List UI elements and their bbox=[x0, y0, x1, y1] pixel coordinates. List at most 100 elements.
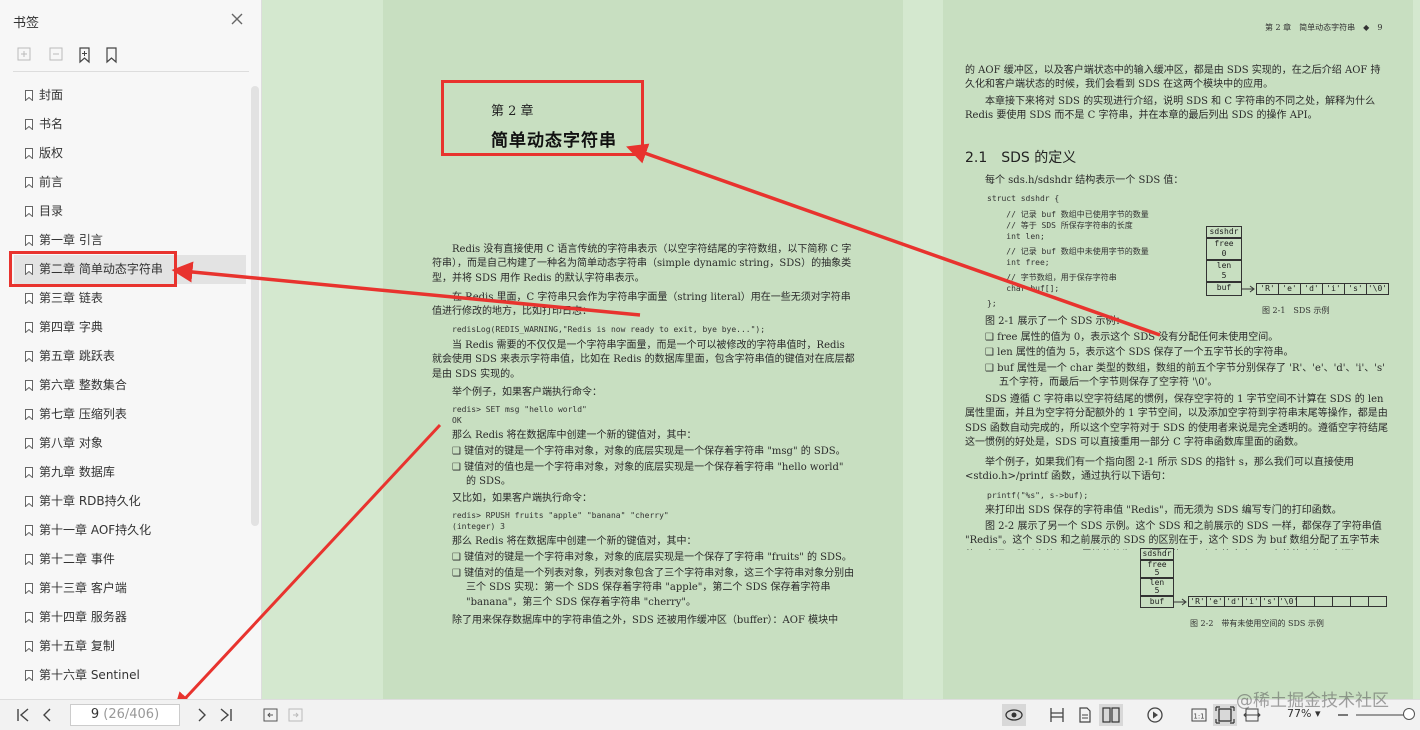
page-number-input[interactable]: 9 (26/406) bbox=[70, 704, 180, 726]
bookmark-label: 第十章 RDB持久化 bbox=[39, 494, 141, 508]
bookmark-list: 封面 书名 版权 前言 目录 第一章 引言 第二章 简单动态字符串 第三章 链表 第四章 字典第… bbox=[14, 81, 246, 690]
paragraph: 来打印出 SDS 保存的字符串值 "Redis"，而无须为 SDS 编写专门的打… bbox=[985, 505, 1342, 516]
bookmark-item[interactable]: 第三章 链表 bbox=[14, 284, 246, 313]
bookmark-panel-title: 书签 bbox=[13, 16, 40, 31]
bookmark-item[interactable]: 前言 bbox=[14, 168, 246, 197]
bullet-item: ❑ 键值对的值是一个列表对象，列表对象包含了三个字符串对象，这三个字符串对象分别… bbox=[452, 568, 855, 608]
first-page-icon[interactable] bbox=[14, 706, 32, 724]
bookmark-icon bbox=[25, 293, 33, 304]
bookmark-item[interactable]: 第四章 字典 bbox=[14, 313, 246, 342]
bookmark-item[interactable]: 版权 bbox=[14, 139, 246, 168]
bookmark-item[interactable]: 第二章 简单动态字符串 bbox=[14, 255, 246, 284]
sds-byte-cell bbox=[1332, 596, 1351, 607]
bookmark-label: 第九章 数据库 bbox=[39, 465, 115, 479]
bookmark-label: 第十四章 服务器 bbox=[39, 610, 127, 624]
add-bookmark-icon[interactable] bbox=[76, 46, 94, 64]
running-head: 第 2 章 简单动态字符串 ◆ 9 bbox=[1265, 23, 1383, 32]
collapse-all-icon[interactable] bbox=[48, 46, 66, 64]
actual-size-icon[interactable]: 1:1 bbox=[1190, 706, 1208, 724]
bookmark-label: 第二章 简单动态字符串 bbox=[39, 262, 163, 276]
sds-byte-cell bbox=[1314, 596, 1333, 607]
paragraph: 举个例子，如果客户端执行命令： bbox=[452, 387, 602, 398]
bookmark-panel-header: 书签 bbox=[0, 0, 262, 40]
bookmark-label: 第十六章 Sentinel bbox=[39, 668, 140, 682]
bookmark-icon[interactable] bbox=[103, 46, 121, 64]
bookmark-icon bbox=[25, 409, 33, 420]
sds-byte-cell: 'R' bbox=[1188, 596, 1207, 607]
code-line: // 等于 SDS 所保存字符串的长度 bbox=[987, 221, 1133, 230]
section-heading: 2.1 SDS 的定义 bbox=[965, 150, 1077, 166]
bookmark-label: 第四章 字典 bbox=[39, 320, 103, 334]
bookmark-icon bbox=[25, 90, 33, 101]
bookmark-item[interactable]: 第十三章 客户端 bbox=[14, 574, 246, 603]
bookmark-item[interactable]: 第八章 对象 bbox=[14, 429, 246, 458]
prev-page-icon[interactable] bbox=[38, 706, 56, 724]
bookmark-item[interactable]: 书名 bbox=[14, 110, 246, 139]
bookmark-label: 第一章 引言 bbox=[39, 233, 103, 247]
bookmark-item[interactable]: 第七章 压缩列表 bbox=[14, 400, 246, 429]
single-page-icon[interactable] bbox=[1076, 706, 1094, 724]
watermark: @稀土掘金技术社区 bbox=[1236, 691, 1389, 711]
code-line: char buf[]; bbox=[987, 284, 1060, 293]
back-icon[interactable] bbox=[262, 706, 280, 724]
code-line: (integer) 3 bbox=[452, 522, 505, 531]
bookmark-label: 第七章 压缩列表 bbox=[39, 407, 127, 421]
code-line: struct sdshdr { bbox=[987, 194, 1060, 203]
bookmark-item[interactable]: 第十章 RDB持久化 bbox=[14, 487, 246, 516]
bookmark-icon bbox=[25, 670, 33, 681]
bookmark-label: 版权 bbox=[39, 146, 64, 160]
bottom-toolbar: 9 (26/406) 1:1 77% ▾ bbox=[0, 699, 1420, 730]
eye-protection-icon[interactable] bbox=[1002, 704, 1026, 726]
scrollbar[interactable] bbox=[251, 86, 259, 526]
bookmark-item[interactable]: 第十二章 事件 bbox=[14, 545, 246, 574]
forward-icon[interactable] bbox=[287, 706, 305, 724]
bookmark-icon bbox=[25, 583, 33, 594]
next-page-icon[interactable] bbox=[193, 706, 211, 724]
fit-page-icon[interactable] bbox=[1213, 704, 1237, 726]
zoom-slider-handle[interactable] bbox=[1403, 708, 1415, 720]
bookmark-item[interactable]: 第十六章 Sentinel bbox=[14, 661, 246, 690]
play-icon[interactable] bbox=[1146, 706, 1164, 724]
bookmark-label: 第八章 对象 bbox=[39, 436, 103, 450]
figure-caption: 图 2-1 SDS 示例 bbox=[1262, 306, 1330, 315]
code-line: // 记录 buf 数组中未使用字节的数量 bbox=[987, 247, 1149, 256]
bookmark-item[interactable]: 第九章 数据库 bbox=[14, 458, 246, 487]
bookmark-item[interactable]: 第一章 引言 bbox=[14, 226, 246, 255]
bookmark-item[interactable]: 第十一章 AOF持久化 bbox=[14, 516, 246, 545]
bookmark-item[interactable]: 第十五章 复制 bbox=[14, 632, 246, 661]
bookmark-label: 第五章 跳跃表 bbox=[39, 349, 115, 363]
paragraph: Redis 没有直接使用 C 语言传统的字符串表示（以空字符结尾的字符数组，以下… bbox=[432, 244, 852, 284]
code-line: int len; bbox=[987, 232, 1045, 241]
bookmark-label: 第十三章 客户端 bbox=[39, 581, 127, 595]
close-icon[interactable] bbox=[229, 11, 245, 27]
sds-byte-cell: 'i' bbox=[1322, 283, 1345, 295]
sds-byte-cell bbox=[1350, 596, 1369, 607]
sds-header-cell: sdshdr bbox=[1206, 226, 1242, 238]
sds-free-cell: free 5 bbox=[1140, 560, 1174, 578]
svg-text:1:1: 1:1 bbox=[1193, 713, 1204, 721]
code-line: }; bbox=[987, 299, 997, 308]
last-page-icon[interactable] bbox=[217, 706, 235, 724]
expand-all-icon[interactable] bbox=[16, 46, 34, 64]
double-page-icon[interactable] bbox=[1099, 704, 1123, 726]
bookmark-item[interactable]: 目录 bbox=[14, 197, 246, 226]
pointer-arrow bbox=[1174, 598, 1187, 605]
bookmark-icon bbox=[25, 554, 33, 565]
bookmark-label: 第三章 链表 bbox=[39, 291, 103, 305]
code-line: // 记录 buf 数组中已使用字节的数量 bbox=[987, 210, 1149, 219]
bookmark-icon bbox=[25, 351, 33, 362]
bookmark-item[interactable]: 第十四章 服务器 bbox=[14, 603, 246, 632]
sds-header-cell: sdshdr bbox=[1140, 548, 1174, 560]
figure-caption: 图 2-2 带有未使用空间的 SDS 示例 bbox=[1190, 619, 1324, 628]
sds-byte-cell: 's' bbox=[1260, 596, 1279, 607]
bookmark-item[interactable]: 封面 bbox=[14, 81, 246, 110]
bullet-item: ❑ 键值对的键是一个字符串对象，对象的底层实现是一个保存着字符串 "msg" 的… bbox=[452, 446, 846, 457]
bookmark-panel: 书签 封面 书名版权前言 目录第一章 引言第二章 简单动态字符串 第三章 链表 第四章 … bbox=[0, 0, 262, 699]
bookmark-item[interactable]: 第六章 整数集合 bbox=[14, 371, 246, 400]
bookmark-item[interactable]: 第五章 跳跃表 bbox=[14, 342, 246, 371]
bookmark-icon bbox=[25, 264, 33, 275]
zoom-slider[interactable] bbox=[1356, 714, 1408, 716]
sds-byte-cell: 'd' bbox=[1300, 283, 1323, 295]
sds-free-cell: free 0 bbox=[1206, 238, 1242, 260]
continuous-page-icon[interactable] bbox=[1048, 706, 1066, 724]
